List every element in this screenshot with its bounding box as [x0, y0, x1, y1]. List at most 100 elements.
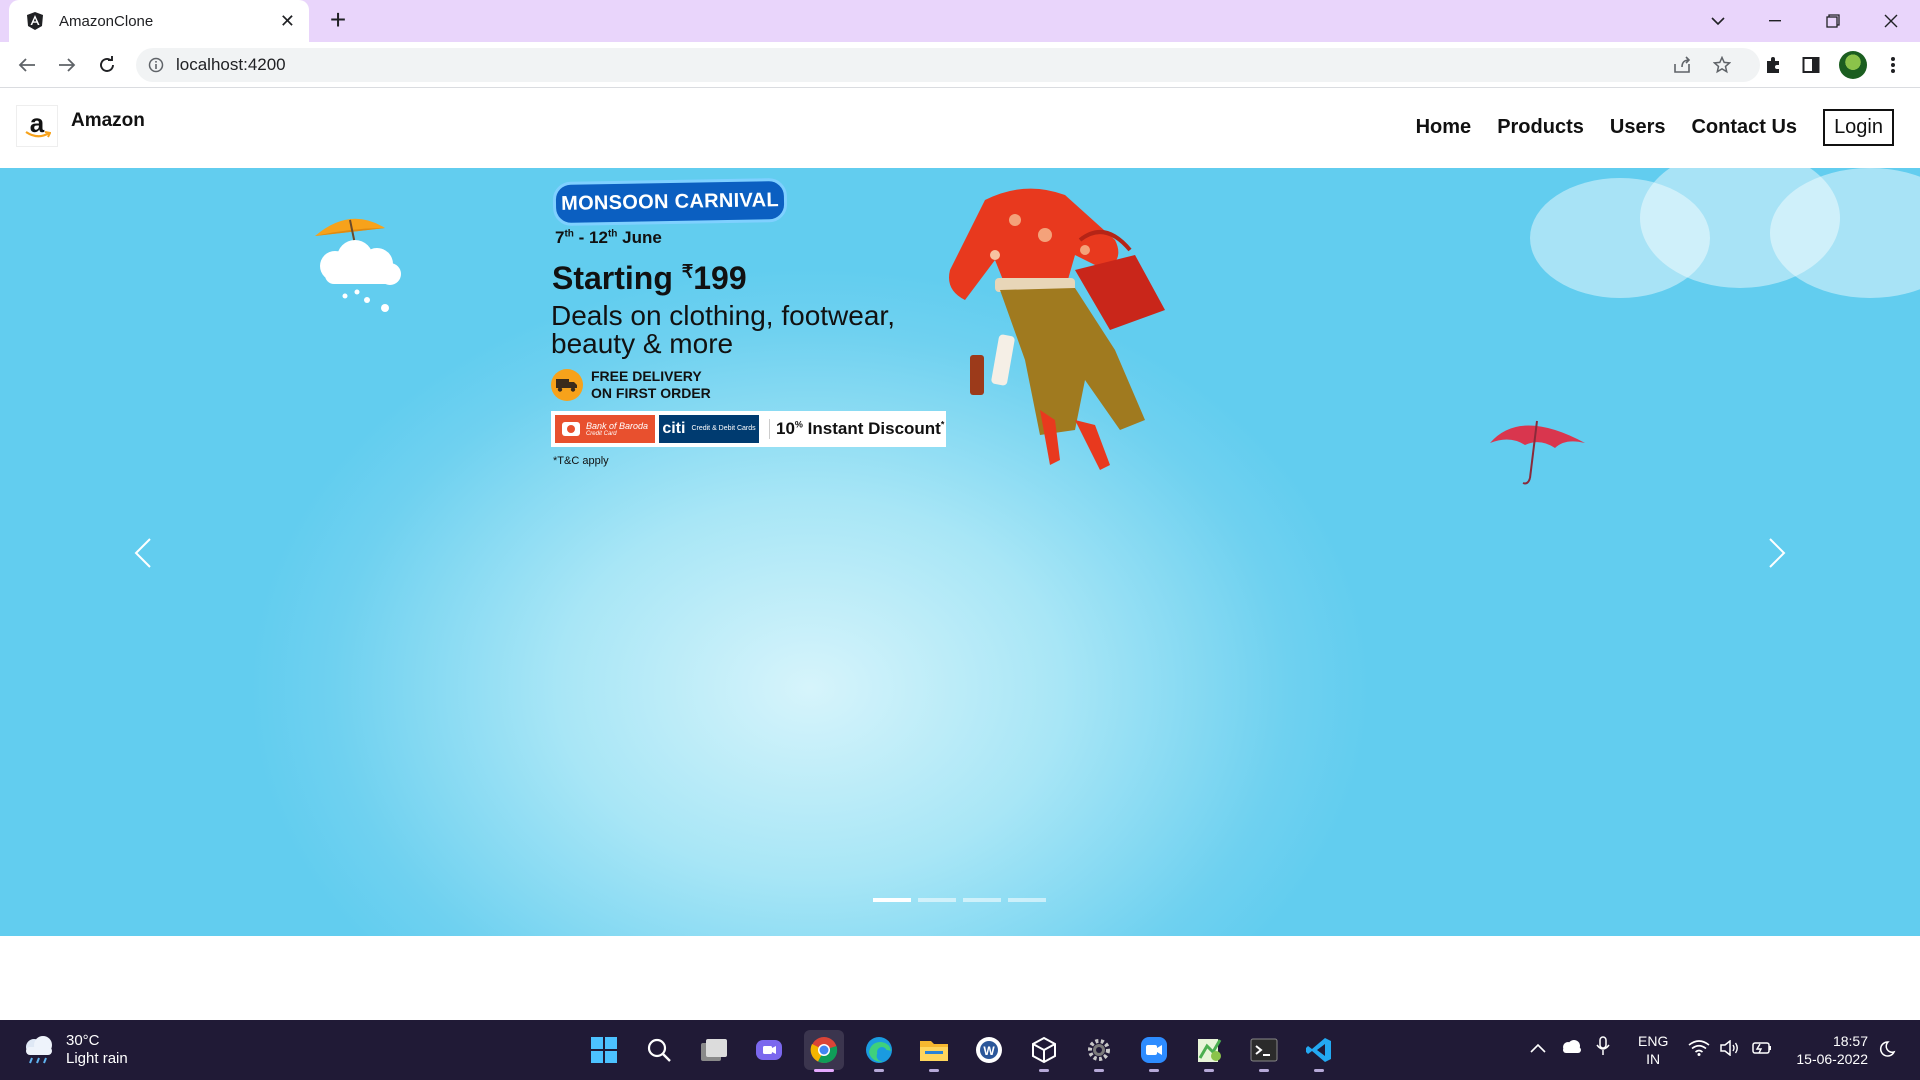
- taskbar-apps: W: [584, 1030, 1354, 1072]
- notepad-plus-icon[interactable]: [1189, 1030, 1229, 1072]
- tab-search-icon[interactable]: [1690, 0, 1746, 42]
- new-tab-button[interactable]: +: [323, 6, 353, 36]
- end-day-suffix: th: [607, 228, 618, 240]
- instant-discount: 10% Instant Discount*: [769, 419, 944, 439]
- system-clock[interactable]: 18:57 15-06-2022: [1788, 1032, 1868, 1068]
- fashion-outfit-image: [949, 188, 1165, 470]
- nav-link-products[interactable]: Products: [1497, 116, 1584, 139]
- carousel-indicators: [873, 898, 1053, 902]
- umbrella-cloud-icon: [315, 218, 401, 312]
- carousel-indicator-1[interactable]: [873, 898, 911, 902]
- starting-label: Starting: [552, 260, 673, 296]
- wifi-icon: [1688, 1040, 1710, 1056]
- discount-unit: %: [794, 419, 803, 430]
- temperature: 30°C: [66, 1032, 100, 1049]
- language-indicator[interactable]: ENG IN: [1638, 1032, 1668, 1068]
- weather-condition: Light rain: [66, 1050, 128, 1067]
- vscode-icon[interactable]: [1299, 1030, 1339, 1072]
- side-panel-icon[interactable]: [1798, 52, 1824, 78]
- teams-chat-icon[interactable]: [749, 1030, 789, 1070]
- tray-chevron-icon[interactable]: [1530, 1040, 1546, 1056]
- minimize-button[interactable]: [1747, 0, 1803, 42]
- carousel-indicator-3[interactable]: [963, 898, 1001, 902]
- brand-name: Amazon: [71, 110, 145, 131]
- bookmark-star-icon[interactable]: [1712, 55, 1732, 79]
- terms-note: *T&C apply: [553, 455, 609, 467]
- bank1-name: Bank of Baroda: [585, 421, 649, 431]
- focus-assist-icon[interactable]: [1878, 1040, 1896, 1063]
- windows-taskbar: 30°C Light rain W ENG IN 18:57 15-06-202…: [0, 1020, 1920, 1080]
- close-window-button[interactable]: [1863, 0, 1919, 42]
- microphone-icon[interactable]: [1596, 1036, 1610, 1059]
- lang-line-1: ENG: [1638, 1033, 1669, 1049]
- weather-widget[interactable]: 30°C Light rain: [22, 1032, 128, 1068]
- terminal-icon[interactable]: [1244, 1030, 1284, 1072]
- clock-date: 15-06-2022: [1796, 1051, 1868, 1067]
- campaign-badge: MONSOON CARNIVAL: [552, 177, 788, 227]
- price-value: 199: [693, 260, 747, 296]
- share-icon[interactable]: [1672, 56, 1692, 79]
- nav-link-home[interactable]: Home: [1416, 116, 1472, 139]
- free-delivery: FREE DELIVERY ON FIRST ORDER: [551, 368, 711, 402]
- back-button[interactable]: [12, 50, 42, 80]
- task-view-icon[interactable]: [694, 1030, 734, 1070]
- carousel-prev-icon[interactable]: [125, 533, 165, 573]
- campaign-dates: 7th - 12th June: [555, 228, 662, 247]
- restore-button[interactable]: [1805, 0, 1861, 42]
- zoom-icon[interactable]: [1134, 1030, 1174, 1072]
- citi-logo: citi Credit & Debit Cards: [659, 415, 759, 443]
- bank-offer-strip: Bank of Baroda Credit Card citi Credit & …: [551, 411, 946, 447]
- amazon-logo-icon: a: [16, 105, 58, 147]
- svg-text:W: W: [983, 1044, 995, 1058]
- red-umbrella-icon: [1490, 420, 1585, 485]
- word-app-icon[interactable]: W: [969, 1030, 1009, 1070]
- file-explorer-icon[interactable]: [914, 1030, 954, 1072]
- nav-menu: Home Products Users Contact Us Login: [1390, 109, 1894, 146]
- clock-time: 18:57: [1832, 1033, 1868, 1049]
- url-text: localhost:4200: [176, 55, 286, 74]
- carousel-indicator-4[interactable]: [1008, 898, 1046, 902]
- login-button[interactable]: Login: [1823, 109, 1894, 146]
- search-icon[interactable]: [639, 1030, 679, 1070]
- start-day-suffix: th: [564, 228, 574, 240]
- forward-button[interactable]: [52, 50, 82, 80]
- currency-symbol: ₹: [681, 261, 694, 282]
- delivery-line-2: ON FIRST ORDER: [591, 385, 711, 401]
- carousel-indicator-2[interactable]: [918, 898, 956, 902]
- end-day: 12: [589, 228, 608, 247]
- deals-headline: Deals on clothing, footwear, beauty & mo…: [551, 300, 895, 359]
- system-tray: [1530, 1036, 1624, 1059]
- browser-tabstrip: AmazonClone ✕ +: [0, 0, 1920, 42]
- angular-icon: [27, 12, 43, 30]
- settings-gear-icon[interactable]: [1079, 1030, 1119, 1072]
- brand[interactable]: a Amazon: [16, 105, 145, 147]
- date-month: June: [622, 228, 662, 247]
- unity-icon[interactable]: [1024, 1030, 1064, 1072]
- windows-start-icon[interactable]: [584, 1030, 624, 1070]
- close-tab-icon[interactable]: ✕: [280, 11, 295, 32]
- more-menu-icon[interactable]: [1880, 52, 1906, 78]
- bank2-sub: Credit & Debit Cards: [691, 425, 756, 432]
- bank-of-baroda-logo: Bank of Baroda Credit Card: [555, 415, 655, 443]
- profile-avatar[interactable]: [1839, 51, 1867, 79]
- chrome-icon[interactable]: [804, 1030, 844, 1072]
- truck-icon: [551, 369, 583, 401]
- site-info-icon[interactable]: [136, 57, 176, 73]
- site-navbar: a Amazon Home Products Users Contact Us …: [0, 89, 1920, 168]
- browser-tab[interactable]: AmazonClone ✕: [9, 0, 309, 42]
- reload-button[interactable]: [92, 50, 122, 80]
- onedrive-icon[interactable]: [1560, 1039, 1582, 1056]
- battery-icon: [1752, 1042, 1771, 1054]
- extensions-icon[interactable]: [1760, 52, 1786, 78]
- nav-link-contact[interactable]: Contact Us: [1691, 116, 1797, 139]
- carousel-next-icon[interactable]: [1755, 533, 1795, 573]
- address-bar[interactable]: localhost:4200: [136, 48, 1760, 82]
- browser-toolbar: localhost:4200: [0, 42, 1920, 88]
- nav-link-users[interactable]: Users: [1610, 116, 1666, 139]
- lang-line-2: IN: [1646, 1051, 1661, 1067]
- cloud-decoration: [1530, 168, 1920, 318]
- bank1-sub: Credit Card: [585, 431, 617, 437]
- quick-settings[interactable]: [1688, 1040, 1772, 1056]
- edge-icon[interactable]: [859, 1030, 899, 1072]
- bank2-name: citi: [662, 420, 686, 437]
